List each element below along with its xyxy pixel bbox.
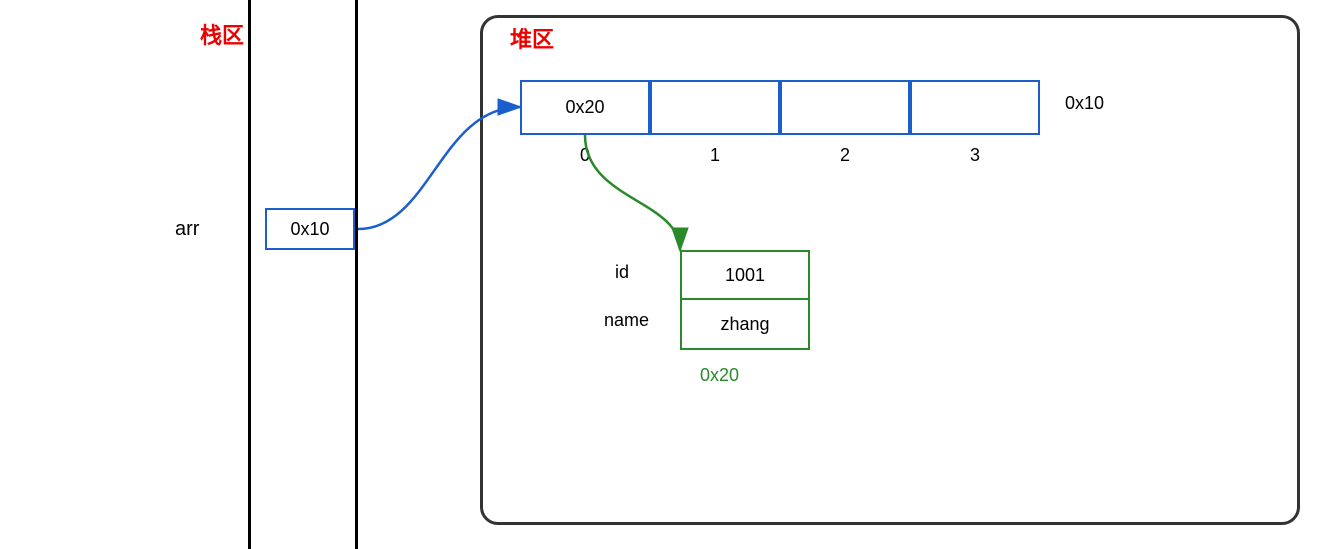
index-0: 0 [520, 145, 650, 166]
heap-index-labels: 0 1 2 3 [520, 145, 1040, 166]
stack-right-line [355, 0, 358, 549]
obj-field-id-label: id [615, 262, 629, 283]
obj-addr: 0x20 [700, 365, 739, 386]
arr-cell-value: 0x10 [290, 219, 329, 240]
stack-left-line [248, 0, 251, 549]
stack-region: 栈区 arr 0x10 [0, 0, 360, 549]
heap-cell-0: 0x20 [520, 80, 650, 135]
stack-label: 栈区 [200, 18, 244, 50]
heap-cell-1 [650, 80, 780, 135]
heap-array-row: 0x20 [520, 80, 1040, 135]
heap-cell-2 [780, 80, 910, 135]
arr-cell: 0x10 [265, 208, 355, 250]
index-1: 1 [650, 145, 780, 166]
obj-row-id: 1001 [682, 252, 808, 300]
index-2: 2 [780, 145, 910, 166]
heap-array-addr: 0x10 [1065, 93, 1104, 114]
arr-label: arr [175, 218, 199, 241]
obj-row-name: zhang [682, 300, 808, 348]
heap-label: 堆区 [510, 22, 554, 54]
heap-cell-3 [910, 80, 1040, 135]
index-3: 3 [910, 145, 1040, 166]
heap-cell-0-value: 0x20 [565, 97, 604, 118]
obj-box: 1001 zhang [680, 250, 810, 350]
obj-field-name-label: name [604, 310, 649, 331]
